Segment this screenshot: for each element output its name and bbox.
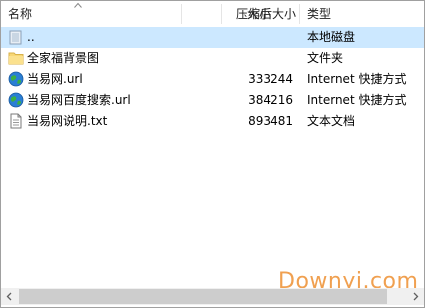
chevron-right-icon (413, 292, 419, 301)
scroll-right-button[interactable] (407, 288, 424, 305)
list-item-text-file[interactable]: 当易网说明.txt 893 481 文本文档 (1, 111, 424, 132)
list-item-parent[interactable]: .. 本地磁盘 (1, 27, 424, 48)
text-file-icon (10, 113, 22, 129)
list-item-name: 全家福背景图 (27, 51, 100, 65)
list-item-type: 文本文档 (307, 114, 356, 128)
internet-shortcut-icon (8, 71, 24, 87)
list-item-type: 文件夹 (307, 51, 344, 65)
parent-folder-icon (9, 30, 22, 45)
folder-icon (8, 52, 24, 65)
column-divider[interactable] (181, 4, 182, 24)
internet-shortcut-icon (8, 92, 24, 108)
column-header-type[interactable]: 类型 (307, 1, 331, 25)
column-divider[interactable] (221, 4, 222, 24)
list-item-compressed-size: 481 (270, 114, 293, 128)
scrollbar-thumb[interactable] (19, 289, 387, 304)
column-header-name[interactable]: 名称 (8, 1, 32, 25)
list-item-compressed-size: 216 (270, 93, 293, 107)
horizontal-scrollbar[interactable] (1, 288, 424, 305)
file-list-window: 名称 大小 压缩后大小 类型 .. 本地磁盘 全家福背景图 文件夹 当易网.ur… (0, 0, 425, 308)
list-item-name: 当易网.url (27, 72, 83, 86)
list-item-url[interactable]: 当易网百度搜索.url 384 216 Internet 快捷方式 (1, 90, 424, 111)
list-item-type: Internet 快捷方式 (307, 93, 407, 107)
list-item-folder[interactable]: 全家福背景图 文件夹 (1, 48, 424, 69)
list-item-compressed-size: 244 (270, 72, 293, 86)
column-header-bar: 名称 大小 压缩后大小 类型 (1, 1, 424, 25)
sort-ascending-icon (74, 2, 82, 8)
column-header-compressed-size[interactable]: 压缩后大小 (226, 1, 296, 25)
list-item-type: Internet 快捷方式 (307, 72, 407, 86)
list-item-name: .. (27, 30, 35, 44)
list-item-type: 本地磁盘 (307, 30, 356, 44)
column-divider[interactable] (299, 4, 300, 24)
list-item-name: 当易网百度搜索.url (27, 93, 131, 107)
chevron-left-icon (6, 292, 12, 301)
list-item-name: 当易网说明.txt (27, 114, 108, 128)
scroll-left-button[interactable] (1, 288, 18, 305)
list-item-url[interactable]: 当易网.url 333 244 Internet 快捷方式 (1, 69, 424, 90)
